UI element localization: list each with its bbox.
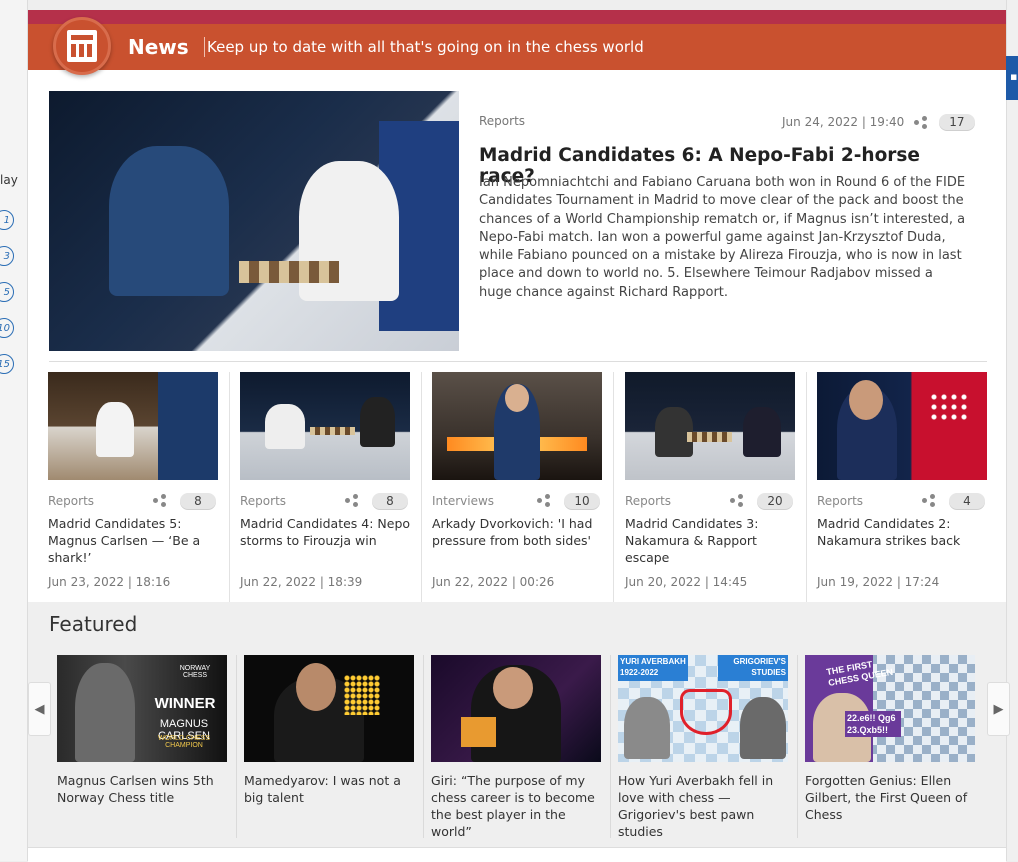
right-tab-glyph: ▪	[1010, 70, 1018, 83]
featured-overlay-text: YURI AVERBAKH 1922-2022	[620, 657, 686, 677]
article-date: Jun 19, 2022 | 17:24	[817, 575, 940, 589]
news-section: News Keep up to date with all that's goi…	[28, 10, 1006, 602]
featured-title: Featured	[49, 612, 138, 636]
sidebar-item[interactable]: 3	[0, 246, 14, 266]
article-category[interactable]: Reports	[625, 494, 671, 508]
featured-overlay-text: WORLD CHESS CHAMPION	[157, 735, 211, 749]
article-card[interactable]: Reports 4 Madrid Candidates 2: Nakamura …	[817, 372, 1002, 602]
sidebar-item[interactable]: 1	[0, 210, 14, 230]
top-accent-bar	[28, 10, 1006, 24]
article-category[interactable]: Interviews	[432, 494, 494, 508]
comment-count[interactable]: 20	[757, 493, 793, 509]
featured-card[interactable]: YURI AVERBAKH 1922-2022 GRIGORIEV'S STUD…	[618, 655, 803, 840]
chevron-left-icon: ◀	[34, 701, 45, 717]
featured-thumbnail[interactable]: NORWAY CHESS WINNER MAGNUS CARLSEN WORLD…	[57, 655, 227, 762]
carousel-prev-button[interactable]: ◀	[28, 682, 51, 736]
article-thumbnail[interactable]	[817, 372, 987, 480]
featured-card-title[interactable]: Giri: “The purpose of my chess career is…	[431, 772, 603, 840]
hero-category[interactable]: Reports	[479, 114, 525, 128]
comment-count[interactable]: 8	[180, 493, 216, 509]
article-card[interactable]: Interviews 10 Arkady Dvorkovich: 'I had …	[432, 372, 617, 602]
comment-count[interactable]: 10	[564, 493, 600, 509]
right-tab-button[interactable]: ▪	[1005, 56, 1018, 100]
featured-overlay-small: NORWAY CHESS	[179, 665, 211, 679]
comment-count[interactable]: 17	[938, 114, 975, 130]
share-icon[interactable]	[914, 116, 928, 129]
newspaper-icon	[53, 17, 111, 75]
article-title[interactable]: Madrid Candidates 4: Nepo storms to Firo…	[240, 515, 418, 549]
hero-date: Jun 24, 2022 | 19:40	[782, 115, 905, 129]
page-bottom	[28, 847, 1006, 862]
featured-card-title[interactable]: Magnus Carlsen wins 5th Norway Chess tit…	[57, 772, 229, 806]
carousel-next-button[interactable]: ▶	[987, 682, 1010, 736]
article-category[interactable]: Reports	[817, 494, 863, 508]
article-date: Jun 22, 2022 | 00:26	[432, 575, 555, 589]
featured-card-title[interactable]: Mamedyarov: I was not a big talent	[244, 772, 416, 806]
comment-count[interactable]: 8	[372, 493, 408, 509]
divider	[49, 361, 987, 362]
featured-overlay-text: 22.e6!! Qg6 23.Qxb5!!	[845, 711, 901, 737]
featured-overlay-text: WINNER	[154, 695, 216, 712]
article-thumbnail[interactable]	[625, 372, 795, 480]
article-thumbnail[interactable]	[240, 372, 410, 480]
comment-count[interactable]: 4	[949, 493, 985, 509]
sidebar-item[interactable]: 15	[0, 354, 14, 374]
featured-thumbnail[interactable]	[244, 655, 414, 762]
chevron-right-icon: ▶	[993, 701, 1004, 717]
share-icon[interactable]	[153, 494, 166, 507]
banner-subtitle: Keep up to date with all that's going on…	[207, 38, 644, 56]
share-icon[interactable]	[537, 494, 550, 507]
sidebar-label: lay	[0, 173, 18, 187]
article-category[interactable]: Reports	[48, 494, 94, 508]
left-sidebar: lay 1 3 5 10 15	[0, 0, 28, 861]
featured-card[interactable]: Giri: “The purpose of my chess career is…	[431, 655, 616, 840]
featured-card[interactable]: Mamedyarov: I was not a big talent	[244, 655, 429, 840]
featured-card[interactable]: THE FIRST CHESS QUEEN 22.e6!! Qg6 23.Qxb…	[805, 655, 990, 840]
share-icon[interactable]	[730, 494, 743, 507]
featured-section: Featured ◀ ▶ NORWAY CHESS WINNER MAGNUS …	[28, 602, 1010, 847]
featured-overlay-text: THE FIRST CHESS QUEEN	[825, 659, 894, 688]
article-date: Jun 22, 2022 | 18:39	[240, 575, 363, 589]
article-date: Jun 20, 2022 | 14:45	[625, 575, 748, 589]
article-thumbnail[interactable]	[48, 372, 218, 480]
article-title[interactable]: Arkady Dvorkovich: 'I had pressure from …	[432, 515, 610, 549]
hero-summary: Ian Nepomniachtchi and Fabiano Caruana b…	[479, 175, 966, 300]
article-date: Jun 23, 2022 | 18:16	[48, 575, 171, 589]
article-category[interactable]: Reports	[240, 494, 286, 508]
featured-thumbnail[interactable]: THE FIRST CHESS QUEEN 22.e6!! Qg6 23.Qxb…	[805, 655, 975, 762]
hero-meta-row: Jun 24, 2022 | 19:40 17	[782, 114, 975, 130]
featured-card-title[interactable]: Forgotten Genius: Ellen Gilbert, the Fir…	[805, 772, 977, 823]
article-title[interactable]: Madrid Candidates 3: Nakamura & Rapport …	[625, 515, 803, 566]
article-card[interactable]: Reports 8 Madrid Candidates 5: Magnus Ca…	[48, 372, 233, 602]
featured-card-title[interactable]: How Yuri Averbakh fell in love with ches…	[618, 772, 790, 840]
article-title[interactable]: Madrid Candidates 5: Magnus Carlsen — ‘B…	[48, 515, 226, 566]
article-card[interactable]: Reports 8 Madrid Candidates 4: Nepo stor…	[240, 372, 425, 602]
article-title[interactable]: Madrid Candidates 2: Nakamura strikes ba…	[817, 515, 995, 549]
banner-title: News	[128, 35, 189, 59]
banner-divider	[204, 37, 205, 57]
sidebar-item[interactable]: 5	[0, 282, 14, 302]
featured-overlay-text: GRIGORIEV'S STUDIES	[733, 657, 786, 677]
featured-thumbnail[interactable]: YURI AVERBAKH 1922-2022 GRIGORIEV'S STUD…	[618, 655, 788, 762]
featured-thumbnail[interactable]	[431, 655, 601, 762]
news-banner: News Keep up to date with all that's goi…	[28, 24, 1006, 70]
share-icon[interactable]	[922, 494, 935, 507]
featured-card[interactable]: NORWAY CHESS WINNER MAGNUS CARLSEN WORLD…	[57, 655, 242, 840]
article-card[interactable]: Reports 20 Madrid Candidates 3: Nakamura…	[625, 372, 810, 602]
hero-image[interactable]	[49, 91, 459, 351]
article-thumbnail[interactable]	[432, 372, 602, 480]
share-icon[interactable]	[345, 494, 358, 507]
sidebar-item[interactable]: 10	[0, 318, 14, 338]
